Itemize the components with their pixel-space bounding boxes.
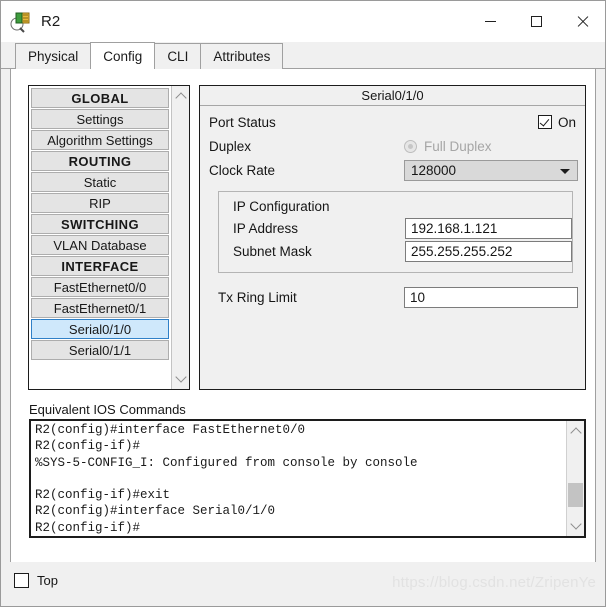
- sidebar-item-algorithm-settings[interactable]: Algorithm Settings: [31, 130, 169, 150]
- tab-config-label: Config: [103, 48, 143, 64]
- clock-rate-select[interactable]: 128000: [404, 159, 578, 181]
- ios-commands-text[interactable]: R2(config)#interface FastEthernet0/0 R2(…: [31, 421, 566, 536]
- close-button[interactable]: [559, 1, 605, 42]
- sidebar-item-rip[interactable]: RIP: [31, 193, 169, 213]
- ip-configuration-title: IP Configuration: [233, 199, 330, 214]
- sidebar-item-switching[interactable]: SWITCHING: [31, 214, 169, 234]
- sidebar-item-label: FastEthernet0/0: [53, 280, 147, 295]
- ip-address-row: IP Address 192.168.1.121: [233, 217, 572, 240]
- device-config-window: R2 Physical Config CLI Attributes GLOBAL…: [0, 0, 606, 607]
- title-bar: R2: [1, 1, 605, 42]
- config-pane: GLOBAL Settings Algorithm Settings ROUTI…: [10, 69, 596, 566]
- window-title: R2: [41, 13, 61, 30]
- subnet-mask-input[interactable]: 255.255.255.252: [405, 241, 572, 262]
- sidebar-item-serial0-1-0[interactable]: Serial0/1/0: [31, 319, 169, 339]
- top-checkbox-group[interactable]: Top: [14, 573, 58, 588]
- duplex-label: Duplex: [209, 138, 252, 154]
- tab-physical[interactable]: Physical: [15, 43, 92, 69]
- full-duplex-radio: [404, 139, 417, 153]
- minimize-button[interactable]: [467, 1, 513, 42]
- panel-body: Port Status On Duplex Full Duplex Clock …: [200, 106, 585, 309]
- ios-scrollbar[interactable]: [566, 421, 584, 536]
- full-duplex-label: Full Duplex: [424, 138, 492, 154]
- clock-rate-row: Clock Rate 128000: [209, 158, 578, 182]
- tab-cli-label: CLI: [167, 49, 189, 64]
- sidebar-item-label: FastEthernet0/1: [53, 301, 147, 316]
- chevron-down-icon: [560, 168, 570, 174]
- sidebar-scrollbar[interactable]: [171, 86, 189, 389]
- tx-ring-limit-value: 10: [410, 290, 426, 305]
- interface-config-panel: Serial0/1/0 Port Status On Duplex Full D…: [199, 85, 586, 390]
- sidebar-item-label: Algorithm Settings: [47, 133, 153, 148]
- subnet-mask-value: 255.255.255.252: [411, 244, 513, 259]
- clock-rate-label: Clock Rate: [209, 162, 276, 178]
- ip-address-input[interactable]: 192.168.1.121: [405, 218, 572, 239]
- sidebar-item-list: GLOBAL Settings Algorithm Settings ROUTI…: [29, 86, 171, 389]
- scroll-up-icon[interactable]: [172, 88, 189, 105]
- sidebar-item-static[interactable]: Static: [31, 172, 169, 192]
- sidebar-item-label: RIP: [89, 196, 111, 211]
- packet-tracer-router-icon: [10, 11, 32, 33]
- sidebar-item-serial0-1-1[interactable]: Serial0/1/1: [31, 340, 169, 360]
- tab-attributes[interactable]: Attributes: [200, 43, 284, 69]
- tab-cli[interactable]: CLI: [154, 43, 202, 69]
- sidebar-item-label: Serial0/1/1: [68, 343, 132, 358]
- sidebar-item-vlan-database[interactable]: VLAN Database: [31, 235, 169, 255]
- top-checkbox-label: Top: [37, 573, 58, 588]
- port-status-label: Port Status: [209, 114, 276, 130]
- subnet-mask-label: Subnet Mask: [233, 244, 312, 259]
- tx-ring-limit-input[interactable]: 10: [404, 287, 578, 308]
- watermark: https://blog.csdn.net/ZripenYe: [392, 574, 596, 591]
- sidebar-item-label: VLAN Database: [53, 238, 147, 253]
- tab-physical-label: Physical: [28, 49, 79, 64]
- sidebar-item-global[interactable]: GLOBAL: [31, 88, 169, 108]
- sidebar-item-fastethernet0-1[interactable]: FastEthernet0/1: [31, 298, 169, 318]
- sidebar-item-label: Serial0/1/0: [68, 322, 132, 337]
- ip-address-label: IP Address: [233, 221, 299, 236]
- port-status-value-label: On: [557, 114, 576, 130]
- sidebar-item-label: SWITCHING: [61, 217, 139, 232]
- minimize-icon: [484, 21, 496, 22]
- tab-bar: Physical Config CLI Attributes: [1, 42, 605, 69]
- panel-title: Serial0/1/0: [200, 86, 585, 106]
- port-status-row: Port Status On: [209, 110, 576, 134]
- sidebar-item-label: Settings: [76, 112, 124, 127]
- sidebar-item-fastethernet0-0[interactable]: FastEthernet0/0: [31, 277, 169, 297]
- sidebar-item-label: ROUTING: [68, 154, 132, 169]
- sidebar-item-settings[interactable]: Settings: [31, 109, 169, 129]
- ios-commands-label: Equivalent IOS Commands: [29, 402, 186, 417]
- maximize-icon: [530, 16, 542, 27]
- clock-rate-value: 128000: [411, 162, 457, 178]
- window-controls: [467, 1, 605, 42]
- scroll-down-icon[interactable]: [172, 370, 189, 387]
- tab-config[interactable]: Config: [90, 42, 156, 69]
- ip-address-value: 192.168.1.121: [411, 221, 498, 236]
- close-icon: [576, 15, 589, 28]
- sidebar-item-label: GLOBAL: [71, 91, 129, 106]
- sidebar-item-label: INTERFACE: [61, 259, 139, 274]
- duplex-radio-group: Full Duplex: [404, 139, 492, 154]
- ip-configuration-group: IP Configuration IP Address 192.168.1.12…: [218, 191, 573, 273]
- tab-attributes-label: Attributes: [213, 49, 271, 64]
- ios-commands-box: R2(config)#interface FastEthernet0/0 R2(…: [29, 419, 586, 538]
- duplex-row: Duplex Full Duplex: [209, 134, 576, 158]
- subnet-mask-row: Subnet Mask 255.255.255.252: [233, 240, 572, 263]
- port-status-control[interactable]: On: [537, 114, 576, 130]
- sidebar-item-label: Static: [83, 175, 117, 190]
- ios-scroll-thumb[interactable]: [568, 483, 583, 507]
- maximize-button[interactable]: [513, 1, 559, 42]
- sidebar-item-routing[interactable]: ROUTING: [31, 151, 169, 171]
- content-area: GLOBAL Settings Algorithm Settings ROUTI…: [2, 69, 604, 605]
- config-sidebar: GLOBAL Settings Algorithm Settings ROUTI…: [28, 85, 190, 390]
- top-checkbox[interactable]: [14, 573, 29, 588]
- footer-bar: Top https://blog.csdn.net/ZripenYe: [2, 562, 604, 605]
- port-status-checkbox[interactable]: [537, 115, 552, 129]
- ios-scroll-down-icon[interactable]: [567, 517, 584, 534]
- sidebar-item-interface[interactable]: INTERFACE: [31, 256, 169, 276]
- tx-ring-limit-row: Tx Ring Limit 10: [209, 286, 578, 309]
- tx-ring-limit-label: Tx Ring Limit: [218, 290, 297, 305]
- ios-scroll-up-icon[interactable]: [567, 423, 584, 440]
